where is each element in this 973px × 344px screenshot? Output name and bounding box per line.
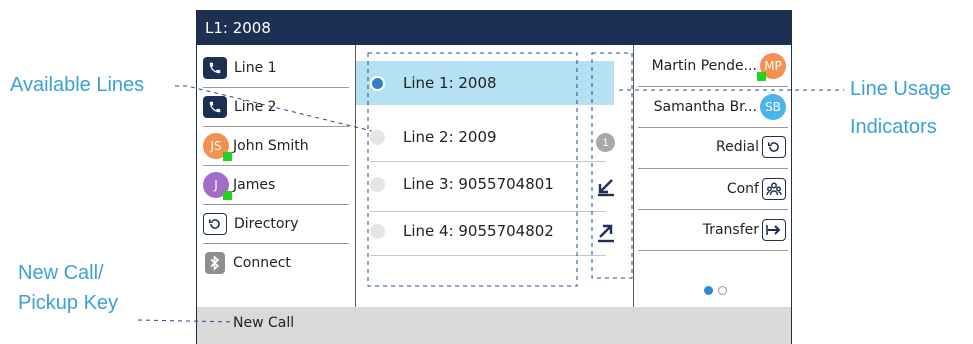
divider [638,86,788,87]
missed-call-count-badge: 1 [596,133,615,152]
presence-indicator [223,191,232,200]
page-indicator[interactable] [704,286,727,295]
contact-label: John Smith [233,138,309,154]
status-title-bar: L1: 2008 [197,11,791,45]
contact-label: James [233,177,276,193]
line-item-3[interactable]: Line 3: 9055704801 [356,162,614,206]
directory-icon [203,213,227,235]
avatar-initials: MP [764,59,782,73]
contact-key-james[interactable]: J James [203,166,349,204]
avatar: SB [760,94,786,120]
redial-key[interactable]: Redial [716,129,786,165]
available-lines-callout: Available Lines [10,74,145,96]
radio-icon [370,223,385,239]
phone-icon [203,96,227,118]
page-dot-active [704,286,713,295]
line-usage-callout-line2: Indicators [850,116,937,138]
conference-key[interactable]: Conf [727,171,786,207]
outgoing-call-arrow-icon [598,224,614,243]
presence-indicator [757,72,766,81]
line-item-label: Line 3: 9055704801 [403,175,554,193]
avatar: MP [757,53,786,81]
softkey-bar: New Call [197,307,791,344]
directory-key[interactable]: Directory [203,205,349,243]
phone-icon [203,57,227,79]
redial-label: Redial [716,139,759,155]
line-item-1[interactable]: Line 1: 2008 [356,61,614,105]
phone-screen: L1: 2008 Line 1 Line 2 JS John Smith J J… [196,10,792,344]
avatar-initials: SB [765,100,781,114]
line-item-label: Line 4: 9055704802 [403,222,554,240]
line-usage-callout-line1: Line Usage [850,78,952,100]
avatar-initials: JS [210,139,222,153]
connect-key[interactable]: Connect [203,244,349,282]
radio-selected-icon [370,75,385,91]
left-line-keys: Line 1 Line 2 JS John Smith J James Dire… [197,45,355,307]
transfer-icon [762,219,786,241]
divider [638,209,788,210]
divider [638,127,788,128]
title-label: L1: 2008 [205,19,271,37]
contact-label: Samantha Br... [653,99,757,115]
line-key-line-1[interactable]: Line 1 [203,49,349,87]
contact-label: Martin Pende... [651,58,757,74]
redial-icon [762,136,786,158]
page-dot [718,286,727,295]
directory-label: Directory [234,216,299,232]
line-item-2[interactable]: Line 2: 2009 [356,115,614,159]
new-call-softkey[interactable]: New Call [233,315,294,331]
avatar-initials: J [214,178,218,192]
divider [370,255,606,256]
radio-icon [370,129,385,145]
incoming-call-arrow-icon [598,179,614,197]
new-call-callout-line2: Pickup Key [18,292,119,314]
contact-key-john-smith[interactable]: JS John Smith [203,127,349,165]
transfer-key[interactable]: Transfer [703,212,786,248]
line-item-label: Line 1: 2008 [403,74,497,92]
line-key-line-2[interactable]: Line 2 [203,88,349,126]
presence-indicator [223,152,232,161]
conference-label: Conf [726,181,759,197]
divider [638,168,788,169]
avatar: JS [203,133,232,161]
contact-key-samantha[interactable]: Samantha Br... SB [654,89,786,125]
line-item-label: Line 2: 2009 [403,128,497,146]
conference-icon [762,178,786,200]
missed-call-count: 1 [602,136,609,149]
new-call-callout-line1: New Call/ [18,262,104,284]
radio-icon [370,176,385,192]
contact-key-martin[interactable]: Martin Pende... MP [652,48,786,84]
divider [638,250,788,251]
line-key-label: Line 1 [234,60,277,76]
bluetooth-icon [205,252,225,274]
avatar: J [203,172,232,200]
transfer-label: Transfer [702,222,759,238]
line-list: Line 1: 2008 Line 2: 2009 Line 3: 905570… [356,45,632,307]
line-item-4[interactable]: Line 4: 9055704802 [356,209,614,253]
right-keys: Martin Pende... MP Samantha Br... SB Red… [634,45,791,307]
connect-label: Connect [233,255,291,271]
line-key-label: Line 2 [234,99,277,115]
